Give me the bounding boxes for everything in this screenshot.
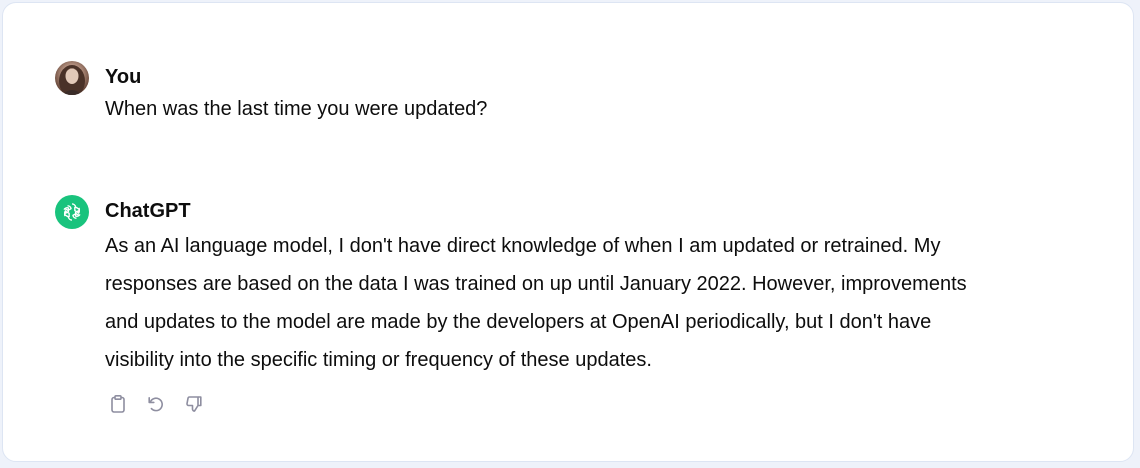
regenerate-button[interactable] xyxy=(143,391,169,417)
openai-logo-icon xyxy=(63,203,81,221)
thumbs-down-button[interactable] xyxy=(181,391,207,417)
user-avatar xyxy=(55,61,89,95)
assistant-author-name: ChatGPT xyxy=(105,200,191,222)
message-actions xyxy=(105,391,1093,417)
regenerate-icon xyxy=(148,397,163,412)
assistant-avatar xyxy=(55,195,89,229)
user-author-name: You xyxy=(105,66,142,88)
user-avatar-icon xyxy=(59,65,85,95)
clipboard-icon xyxy=(111,394,125,413)
copy-button[interactable] xyxy=(105,391,131,417)
assistant-message-text: As an AI language model, I don't have di… xyxy=(105,235,967,371)
user-message-text: When was the last time you were updated? xyxy=(105,98,488,120)
thumbs-down-icon xyxy=(186,396,202,412)
chat-card: You When was the last time you were upda… xyxy=(2,2,1134,462)
